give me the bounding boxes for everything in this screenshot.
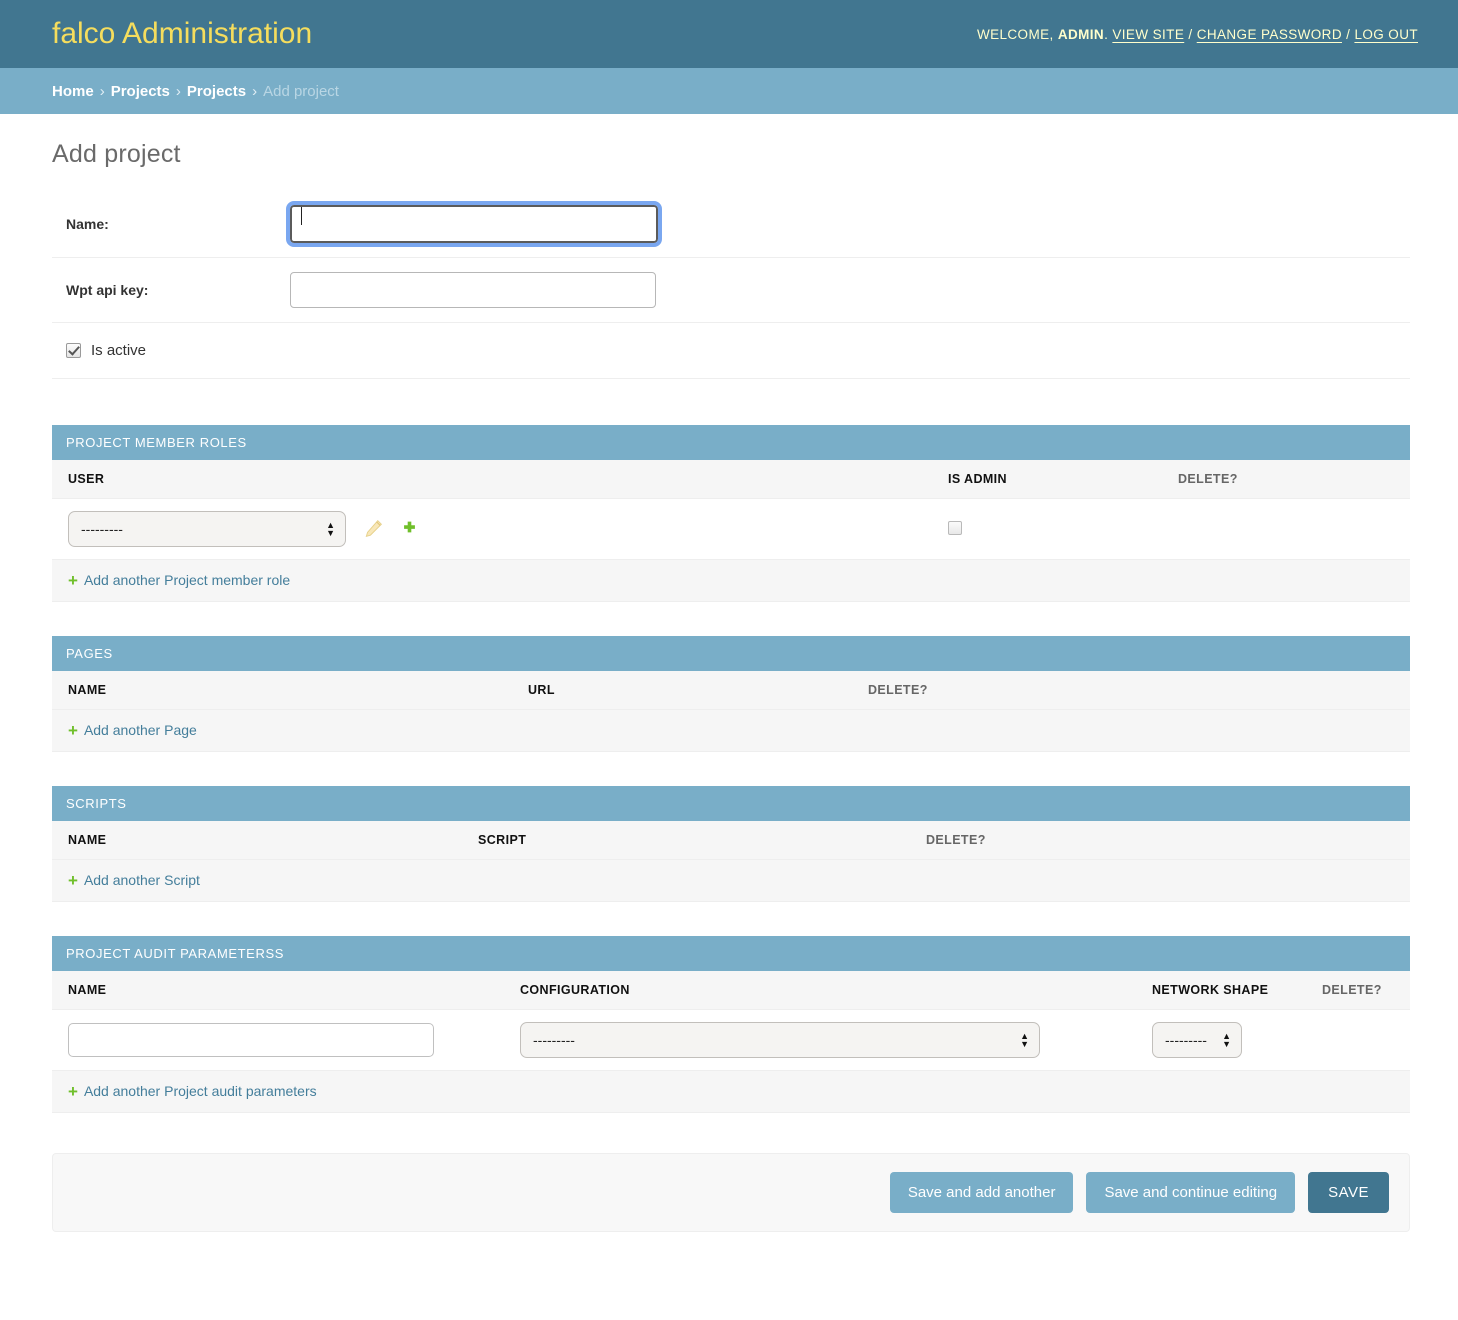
cell-is-admin	[932, 498, 1162, 560]
link-separator-1: /	[1188, 26, 1193, 42]
configuration-select-wrapper: --------- ▲ ▼	[520, 1022, 1040, 1058]
table-row: --------- ▲ ▼	[52, 498, 1410, 560]
inline-table-pages: NAME URL DELETE?	[52, 671, 1410, 710]
plus-icon: +	[68, 871, 78, 890]
view-site-link[interactable]: VIEW SITE	[1112, 27, 1184, 42]
inline-group-project-audit-parameterss: PROJECT AUDIT PARAMETERSS NAME CONFIGURA…	[52, 936, 1410, 1113]
is-active-label: Is active	[91, 342, 147, 359]
column-header-name: NAME	[52, 821, 462, 860]
configuration-select[interactable]: ---------	[520, 1022, 1040, 1058]
inline-table-scripts: NAME SCRIPT DELETE?	[52, 821, 1410, 860]
add-another-project-member-role-row: + Add another Project member role	[52, 560, 1410, 602]
log-out-link[interactable]: LOG OUT	[1354, 27, 1418, 42]
site-branding[interactable]: falco Administration	[52, 19, 312, 49]
change-password-link[interactable]: CHANGE PASSWORD	[1197, 27, 1342, 42]
inline-table-project-member-roles: USER IS ADMIN DELETE? --------- ▲ ▼	[52, 460, 1410, 560]
breadcrumb: Home › Projects › Projects › Add project	[0, 68, 1458, 114]
column-header-url: URL	[512, 671, 852, 710]
column-header-delete: DELETE?	[852, 671, 1410, 710]
table-header-row: NAME SCRIPT DELETE?	[52, 821, 1410, 860]
add-another-script-row: + Add another Script	[52, 860, 1410, 902]
column-header-configuration: CONFIGURATION	[504, 971, 1136, 1010]
audit-parameter-name-input[interactable]	[68, 1023, 434, 1057]
content-area: Add project Name: Wpt api key: Is active	[0, 140, 1458, 1232]
column-header-network-shape: NETWORK SHAPE	[1136, 971, 1306, 1010]
cell-name	[52, 1009, 504, 1071]
add-another-project-audit-parameters-row: + Add another Project audit parameters	[52, 1071, 1410, 1113]
is-active-checkbox[interactable]	[66, 343, 81, 358]
text-cursor	[301, 207, 302, 225]
column-header-script: SCRIPT	[462, 821, 910, 860]
site-header: falco Administration WELCOME, ADMIN. VIE…	[0, 0, 1458, 68]
inline-heading-pages: PAGES	[52, 636, 1410, 671]
cell-configuration: --------- ▲ ▼	[504, 1009, 1136, 1071]
inline-group-scripts: SCRIPTS NAME SCRIPT DELETE? + Add another…	[52, 786, 1410, 902]
add-another-project-member-role-link[interactable]: Add another Project member role	[84, 572, 290, 588]
cell-user: --------- ▲ ▼	[52, 498, 932, 560]
form-row-name: Name:	[52, 195, 1410, 258]
column-header-is-admin: IS ADMIN	[932, 460, 1162, 499]
form-row-is-active: Is active	[52, 323, 1410, 379]
pencil-icon[interactable]	[364, 519, 383, 541]
cell-delete	[1306, 1009, 1410, 1071]
column-header-delete: DELETE?	[910, 821, 1410, 860]
inline-heading-project-audit-parameterss: PROJECT AUDIT PARAMETERSS	[52, 936, 1410, 971]
form-row-wpt-api-key: Wpt api key:	[52, 258, 1410, 323]
name-input[interactable]	[286, 201, 662, 247]
column-header-user: USER	[52, 460, 932, 499]
name-label: Name:	[66, 216, 109, 232]
plus-icon: +	[68, 571, 78, 590]
wpt-api-key-label: Wpt api key:	[66, 282, 149, 298]
breadcrumb-item-home[interactable]: Home	[52, 83, 94, 100]
inline-heading-scripts: SCRIPTS	[52, 786, 1410, 821]
submit-row: Save and add another Save and continue e…	[52, 1153, 1410, 1232]
table-header-row: NAME CONFIGURATION NETWORK SHAPE DELETE?	[52, 971, 1410, 1010]
add-another-project-audit-parameters-link[interactable]: Add another Project audit parameters	[84, 1083, 317, 1099]
save-button[interactable]: SAVE	[1308, 1172, 1389, 1213]
admin-page: falco Administration WELCOME, ADMIN. VIE…	[0, 0, 1458, 1320]
save-and-add-another-button[interactable]: Save and add another	[889, 1172, 1074, 1213]
welcome-dot: .	[1104, 26, 1109, 42]
plus-icon: +	[68, 1082, 78, 1101]
add-another-script-link[interactable]: Add another Script	[84, 872, 200, 888]
network-shape-select-wrapper: --------- ▲ ▼	[1152, 1022, 1242, 1058]
main-fieldset: Name: Wpt api key: Is active	[52, 195, 1410, 379]
user-select[interactable]: ---------	[68, 511, 346, 547]
network-shape-select[interactable]: ---------	[1152, 1022, 1242, 1058]
column-header-delete: DELETE?	[1162, 460, 1410, 499]
inline-group-pages: PAGES NAME URL DELETE? + Add another Page	[52, 636, 1410, 752]
breadcrumb-item-projects-model[interactable]: Projects	[187, 83, 246, 100]
breadcrumb-separator: ›	[99, 82, 105, 100]
column-header-name: NAME	[52, 971, 504, 1010]
inline-group-project-member-roles: PROJECT MEMBER ROLES USER IS ADMIN DELET…	[52, 425, 1410, 602]
cell-network-shape: --------- ▲ ▼	[1136, 1009, 1306, 1071]
user-tools: WELCOME, ADMIN. VIEW SITE / CHANGE PASSW…	[977, 27, 1418, 42]
plus-icon: +	[68, 721, 78, 740]
column-header-delete: DELETE?	[1306, 971, 1410, 1010]
wpt-api-key-input[interactable]	[290, 272, 656, 308]
table-header-row: NAME URL DELETE?	[52, 671, 1410, 710]
breadcrumb-item-current: Add project	[263, 82, 339, 100]
add-user-plus-icon[interactable]	[401, 520, 418, 540]
breadcrumb-separator: ›	[175, 82, 181, 100]
current-username: ADMIN	[1057, 26, 1105, 42]
table-header-row: USER IS ADMIN DELETE?	[52, 460, 1410, 499]
user-select-wrapper: --------- ▲ ▼	[68, 511, 346, 547]
inline-heading-project-member-roles: PROJECT MEMBER ROLES	[52, 425, 1410, 460]
add-another-page-row: + Add another Page	[52, 710, 1410, 752]
table-row: --------- ▲ ▼ --------- ▲ ▼	[52, 1009, 1410, 1071]
column-header-name: NAME	[52, 671, 512, 710]
page-title: Add project	[52, 140, 181, 168]
breadcrumb-separator: ›	[252, 82, 258, 100]
breadcrumb-item-projects-app[interactable]: Projects	[111, 83, 170, 100]
cell-delete	[1162, 498, 1410, 560]
inline-table-project-audit-parameterss: NAME CONFIGURATION NETWORK SHAPE DELETE?	[52, 971, 1410, 1071]
is-admin-checkbox[interactable]	[948, 520, 962, 535]
save-and-continue-editing-button[interactable]: Save and continue editing	[1086, 1172, 1296, 1213]
add-another-page-link[interactable]: Add another Page	[84, 722, 197, 738]
welcome-text: WELCOME,	[976, 26, 1054, 42]
link-separator-2: /	[1346, 26, 1351, 42]
